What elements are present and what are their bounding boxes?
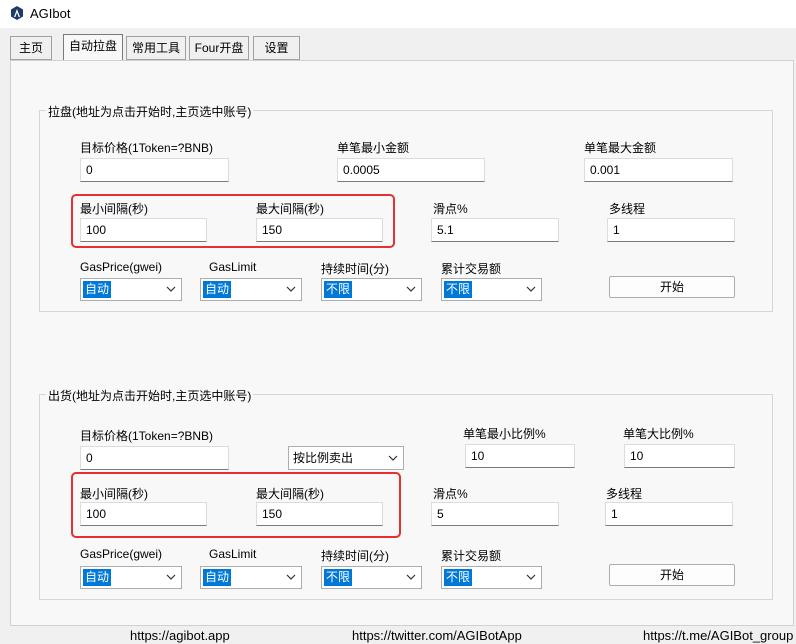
chevron-down-icon [166, 574, 176, 580]
window-title: AGIbot [30, 6, 71, 21]
sell-gasprice-value: 自动 [83, 569, 112, 586]
pump-gasprice-select[interactable]: 自动 [80, 278, 182, 301]
sell-max-ratio-label: 单笔大比例% [623, 427, 694, 441]
sell-min-ratio-label: 单笔最小比例% [463, 427, 546, 441]
pump-max-single-input[interactable]: 0.001 [584, 158, 733, 182]
sell-min-ratio-input[interactable]: 10 [465, 444, 575, 468]
sell-target-price-label: 目标价格(1Token=?BNB) [80, 429, 214, 443]
sell-duration-select[interactable]: 不限 [321, 566, 422, 589]
sell-slippage-input[interactable]: 5 [431, 502, 559, 526]
pump-gasprice-value: 自动 [83, 281, 112, 298]
sell-duration-value: 不限 [324, 569, 353, 586]
pump-min-single-input[interactable]: 0.0005 [337, 158, 485, 182]
pump-duration-select[interactable]: 不限 [321, 278, 422, 301]
pump-volume-label: 累计交易额 [441, 262, 502, 276]
sell-gaslimit-select[interactable]: 自动 [200, 566, 302, 589]
pump-threads-input[interactable]: 1 [607, 218, 735, 242]
pump-target-price-label: 目标价格(1Token=?BNB) [80, 141, 214, 155]
sell-gasprice-select[interactable]: 自动 [80, 566, 182, 589]
title-bar: AGIbot [0, 0, 796, 28]
pump-volume-select[interactable]: 不限 [441, 278, 542, 301]
telegram-link[interactable]: https://t.me/AGIBot_group [643, 628, 793, 643]
sell-max-ratio-input[interactable]: 10 [624, 444, 735, 468]
pump-max-single-label: 单笔最大金额 [584, 141, 657, 155]
chevron-down-icon [526, 286, 536, 292]
sell-mode-select[interactable]: 按比例卖出 [288, 446, 404, 470]
chevron-down-icon [286, 286, 296, 292]
annotation-highlight-box [71, 472, 401, 538]
annotation-highlight-box [71, 194, 395, 248]
sell-threads-label: 多线程 [606, 487, 643, 501]
pump-volume-value: 不限 [444, 281, 473, 298]
pump-duration-value: 不限 [324, 281, 353, 298]
tab-content-panel: 拉盘(地址为点击开始时,主页选中账号) 目标价格(1Token=?BNB) 0 … [10, 60, 794, 626]
sell-slippage-label: 滑点% [433, 487, 468, 501]
tab-four-launch[interactable]: Four开盘 [189, 36, 249, 60]
pump-duration-label: 持续时间(分) [321, 262, 389, 276]
app-logo-icon [11, 6, 23, 20]
chevron-down-icon [388, 455, 398, 461]
tab-settings[interactable]: 设置 [253, 36, 300, 60]
sell-threads-input[interactable]: 1 [605, 502, 733, 526]
tab-home[interactable]: 主页 [10, 36, 52, 60]
tab-auto-pump[interactable]: 自动拉盘 [63, 34, 123, 61]
pump-threads-label: 多线程 [609, 202, 646, 216]
chevron-down-icon [406, 286, 416, 292]
sell-mode-value: 按比例卖出 [293, 451, 354, 465]
sell-volume-select[interactable]: 不限 [441, 566, 542, 589]
pump-gaslimit-value: 自动 [203, 281, 232, 298]
footer-links: https://agibot.app https://twitter.com/A… [0, 628, 796, 644]
chevron-down-icon [166, 286, 176, 292]
pump-gaslimit-label: GasLimit [209, 260, 257, 274]
sell-start-button[interactable]: 开始 [609, 564, 735, 586]
sell-volume-label: 累计交易额 [441, 549, 502, 563]
pump-slippage-input[interactable]: 5.1 [431, 218, 559, 242]
chevron-down-icon [526, 574, 536, 580]
chevron-down-icon [406, 574, 416, 580]
pump-slippage-label: 滑点% [433, 202, 468, 216]
chevron-down-icon [286, 574, 296, 580]
sell-gaslimit-label: GasLimit [209, 547, 257, 561]
pump-gaslimit-select[interactable]: 自动 [200, 278, 302, 301]
website-link[interactable]: https://agibot.app [130, 628, 230, 643]
sell-target-price-input[interactable]: 0 [80, 446, 229, 470]
pump-group-title: 拉盘(地址为点击开始时,主页选中账号) [46, 103, 254, 120]
pump-start-button[interactable]: 开始 [609, 276, 735, 298]
sell-group-title: 出货(地址为点击开始时,主页选中账号) [46, 387, 254, 404]
pump-target-price-input[interactable]: 0 [80, 158, 229, 182]
sell-duration-label: 持续时间(分) [321, 549, 389, 563]
pump-gasprice-label: GasPrice(gwei) [80, 260, 163, 274]
sell-gaslimit-value: 自动 [203, 569, 232, 586]
tab-tools[interactable]: 常用工具 [126, 36, 186, 60]
sell-gasprice-label: GasPrice(gwei) [80, 547, 163, 561]
twitter-link[interactable]: https://twitter.com/AGIBotApp [352, 628, 522, 643]
pump-min-single-label: 单笔最小金额 [337, 141, 410, 155]
sell-volume-value: 不限 [444, 569, 473, 586]
